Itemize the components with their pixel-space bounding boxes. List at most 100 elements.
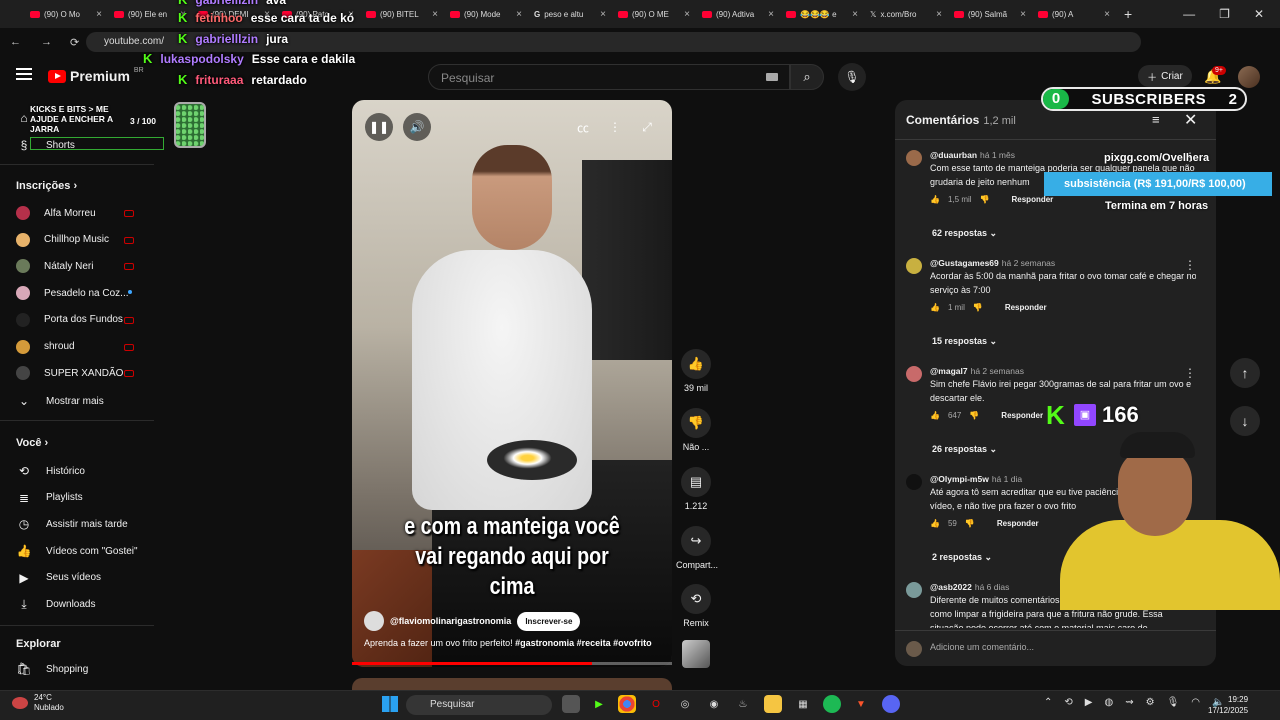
reply-button[interactable]: Responder: [997, 519, 1039, 528]
search-button[interactable]: ⌕: [790, 64, 824, 90]
tray-app-icon[interactable]: ⚙: [1146, 697, 1155, 708]
comment-header[interactable]: @Gustagames69 há 2 semanas: [930, 258, 1055, 268]
chevron-up-icon[interactable]: ⌃: [1044, 697, 1052, 708]
subscriptions-heading[interactable]: Inscrições ›: [16, 180, 77, 192]
create-button[interactable]: ＋ Criar: [1138, 65, 1192, 87]
thumbs-down-icon[interactable]: 👎: [965, 519, 975, 528]
file-icon[interactable]: [562, 695, 580, 713]
new-tab-icon[interactable]: +: [1124, 6, 1132, 22]
kick-app-icon[interactable]: ▶: [590, 695, 608, 713]
browser-tab[interactable]: (90) Mode ×: [444, 3, 528, 25]
sidebar-item[interactable]: 🛍 Shopping: [16, 661, 88, 677]
github-icon[interactable]: ◎: [676, 695, 694, 713]
sidebar-channel[interactable]: Chillhop Music: [16, 232, 109, 247]
thumbs-down-icon[interactable]: 👎: [973, 303, 983, 312]
you-heading[interactable]: Você ›: [16, 437, 48, 449]
replies-toggle[interactable]: 15 respostas ⌄: [932, 336, 997, 347]
obs-icon[interactable]: ◉: [705, 695, 723, 713]
chrome-icon[interactable]: [618, 695, 636, 713]
browser-tab[interactable]: (90) A ×: [1032, 3, 1116, 25]
taskbar-clock[interactable]: 19:29 17/12/2025: [1208, 694, 1248, 716]
sort-icon[interactable]: ≡: [1152, 112, 1160, 127]
opera-icon[interactable]: O: [647, 695, 665, 713]
mic-tray-icon[interactable]: 🎙: [1167, 697, 1180, 708]
close-icon[interactable]: ✕: [1184, 110, 1197, 130]
sidebar-item[interactable]: ▶ Seus vídeos: [16, 570, 101, 586]
tray-app-icon[interactable]: ⟲: [1064, 697, 1072, 708]
browser-tab[interactable]: (90) O Mo ×: [24, 3, 108, 25]
pause-button[interactable]: ❚❚: [365, 113, 393, 141]
reload-icon[interactable]: ⟳: [70, 36, 79, 49]
channel-avatar[interactable]: [364, 611, 384, 631]
menu-icon[interactable]: [16, 68, 32, 80]
folder-icon[interactable]: [764, 695, 782, 713]
discord-icon[interactable]: [882, 695, 900, 713]
sidebar-channel[interactable]: Pesadelo na Coz...: [16, 286, 129, 301]
sidebar-channel[interactable]: SUPER XANDÃO: [16, 366, 123, 381]
browser-tab[interactable]: (90) BITEL ×: [360, 3, 444, 25]
sidebar-item[interactable]: 👍 Vídeos com "Gostei": [16, 543, 138, 559]
close-tab-icon[interactable]: ×: [1104, 9, 1110, 20]
close-tab-icon[interactable]: ×: [96, 9, 102, 20]
thumbs-up-icon[interactable]: 👍: [930, 519, 940, 528]
avatar[interactable]: [906, 474, 922, 490]
show-more-button[interactable]: ⌄ Mostrar mais: [16, 393, 104, 409]
browser-tab[interactable]: 😂😂😂 e ×: [780, 3, 864, 25]
avatar[interactable]: [906, 150, 922, 166]
tray-play-icon[interactable]: ▶: [1085, 697, 1093, 708]
thumbs-up-icon[interactable]: 👍: [930, 411, 940, 420]
video-progress-bar[interactable]: [352, 662, 672, 665]
more-options-button[interactable]: ⋮: [601, 113, 629, 141]
dislike-button[interactable]: 👎 Não ...: [676, 408, 716, 452]
sidebar-channel[interactable]: Nátaly Neri: [16, 259, 93, 274]
close-tab-icon[interactable]: ×: [684, 9, 690, 20]
steam-icon[interactable]: ♨: [734, 695, 752, 713]
close-tab-icon[interactable]: ×: [1020, 9, 1026, 20]
back-icon[interactable]: ←: [10, 36, 21, 48]
browser-tab[interactable]: Gpeso e altu ×: [528, 3, 612, 25]
avatar[interactable]: [1238, 66, 1260, 88]
comments-button[interactable]: ▤ 1.212: [676, 467, 716, 511]
browser-tab[interactable]: (90) Salmã ×: [948, 3, 1032, 25]
sidebar-item[interactable]: ◷ Assistir mais tarde: [16, 516, 128, 532]
wifi-icon[interactable]: ◠: [1191, 697, 1200, 708]
share-button[interactable]: ↪ Compart...: [676, 526, 718, 570]
sidebar-channel[interactable]: Porta dos Fundos: [16, 312, 123, 327]
browser-tab[interactable]: (90) Adtiva ×: [696, 3, 780, 25]
close-window-icon[interactable]: ✕: [1254, 7, 1264, 21]
spotify-icon[interactable]: [823, 695, 841, 713]
close-tab-icon[interactable]: ×: [852, 9, 858, 20]
close-tab-icon[interactable]: ×: [768, 9, 774, 20]
sidebar-channel[interactable]: shroud: [16, 339, 75, 354]
like-button[interactable]: 👍 39 mil: [676, 349, 716, 393]
tray-app-icon[interactable]: ◍: [1104, 697, 1113, 708]
replies-toggle[interactable]: 26 respostas ⌄: [932, 444, 997, 455]
comment-header[interactable]: @magal7 há 2 semanas: [930, 366, 1024, 376]
thumbs-up-icon[interactable]: 👍: [930, 195, 940, 204]
add-comment-input[interactable]: Adicione um comentário...: [930, 642, 1034, 652]
thumbs-down-icon[interactable]: 👎: [980, 195, 990, 204]
taskbar-search[interactable]: Pesquisar: [406, 695, 552, 715]
youtube-logo[interactable]: Premium BR: [48, 67, 144, 84]
comment-header[interactable]: @duaurban há 1 mês: [930, 150, 1015, 160]
close-tab-icon[interactable]: ×: [432, 9, 438, 20]
voice-search-button[interactable]: 🎙: [838, 63, 866, 91]
avatar[interactable]: [906, 366, 922, 382]
previous-short-button[interactable]: ↑: [1230, 358, 1260, 388]
search-input[interactable]: Pesquisar: [428, 64, 790, 90]
comment-header[interactable]: @asb2022 há 6 dias: [930, 582, 1009, 592]
volume-button[interactable]: 🔊: [403, 113, 431, 141]
close-tab-icon[interactable]: ×: [936, 9, 942, 20]
avatar[interactable]: [906, 258, 922, 274]
maximize-icon[interactable]: ❐: [1219, 7, 1230, 21]
thumbs-up-icon[interactable]: 👍: [930, 303, 940, 312]
browser-tab[interactable]: (90) O ME ×: [612, 3, 696, 25]
tray-app-icon[interactable]: ⇝: [1125, 697, 1133, 708]
subscribe-button[interactable]: Inscrever-se: [517, 611, 581, 631]
app-icon[interactable]: ▦: [794, 695, 812, 713]
sidebar-channel[interactable]: Alfa Morreu: [16, 206, 96, 220]
close-tab-icon[interactable]: ×: [516, 9, 522, 20]
remix-thumbnail[interactable]: [682, 640, 710, 668]
windows-start-icon[interactable]: [382, 696, 398, 712]
avatar[interactable]: [906, 582, 922, 598]
